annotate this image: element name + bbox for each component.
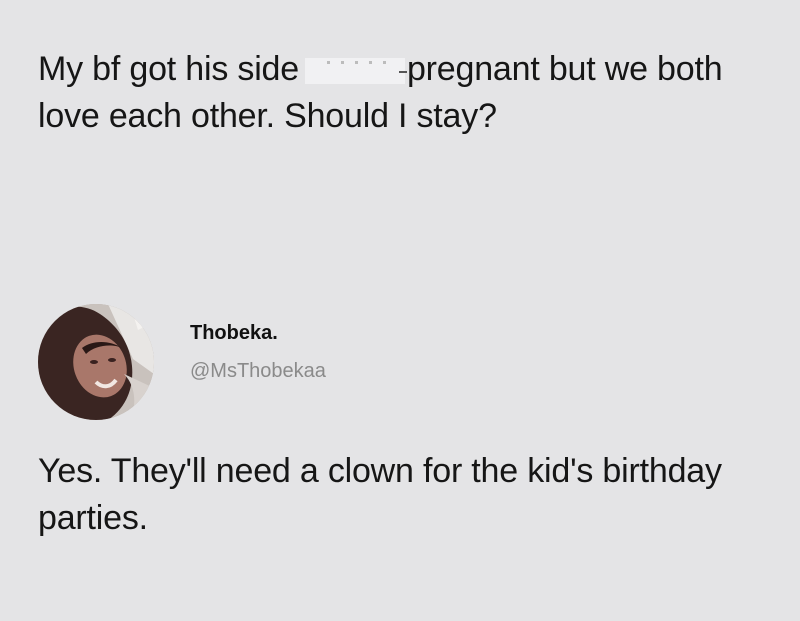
redacted-word-block xyxy=(304,58,407,84)
question-text-start: My bf got his side xyxy=(38,50,299,88)
reply-text: Yes. They'll need a clown for the kid's … xyxy=(38,452,722,537)
display-name[interactable]: Thobeka. xyxy=(190,322,278,345)
question-text: My bf got his side pregnant but we both l… xyxy=(38,46,788,140)
reply-author-header: Thobeka. @MsThobekaa xyxy=(38,294,538,420)
avatar-photo-graphic xyxy=(38,304,154,420)
user-handle[interactable]: @MsThobekaa xyxy=(190,360,326,383)
profile-avatar-icon[interactable] xyxy=(38,304,154,420)
